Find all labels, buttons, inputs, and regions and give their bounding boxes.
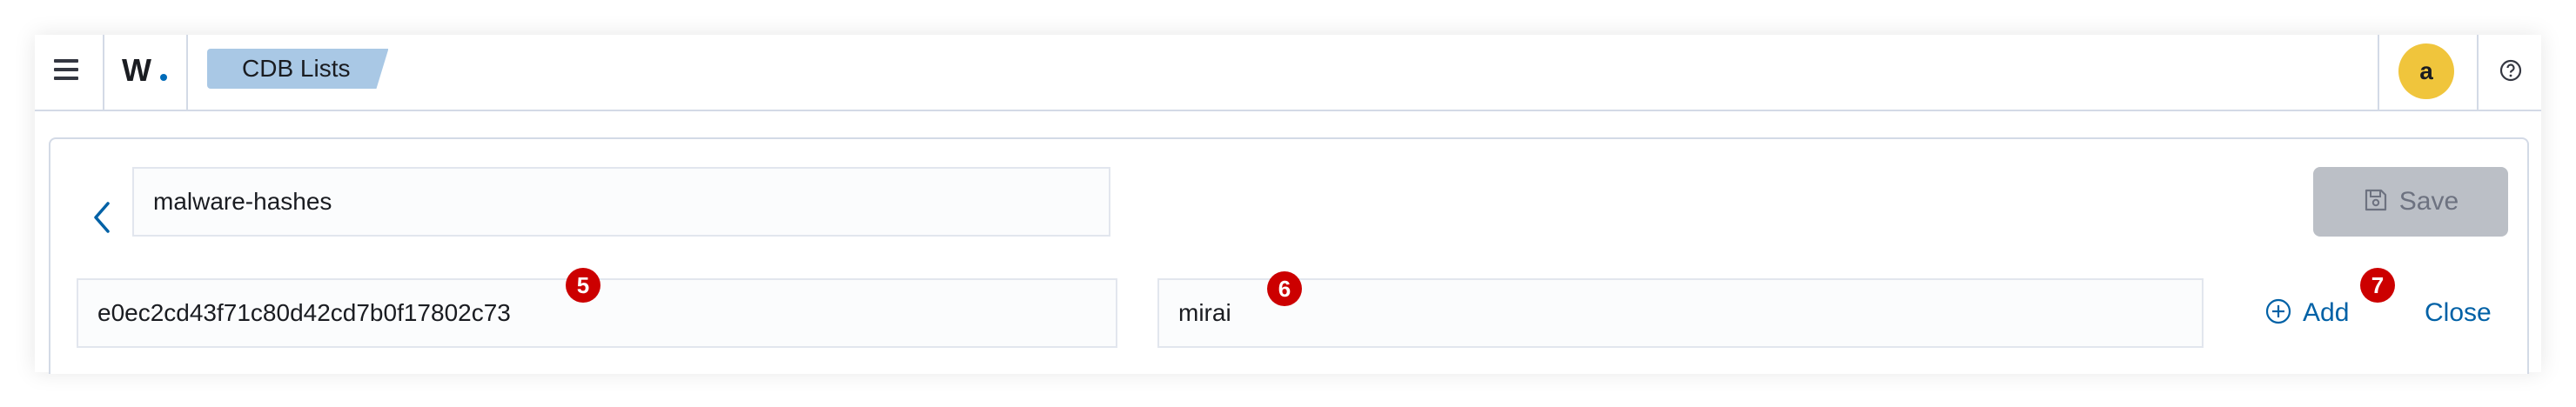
save-button[interactable]: Save [2313,167,2508,237]
logo-dot [160,74,167,81]
plus-circle-icon [2265,298,2291,324]
value-marker-badge: 6 [1267,271,1302,306]
cdb-list-editor-panel: malware-hashes Save e0ec2cd43f71c80d42cd… [49,137,2529,374]
menu-icon[interactable] [49,54,84,89]
user-avatar[interactable]: a [2398,43,2454,99]
back-arrow-icon[interactable] [84,191,122,244]
header-divider [186,35,188,110]
logo-text: W [122,52,151,88]
add-button[interactable]: Add [2264,296,2349,330]
save-label: Save [2398,187,2459,216]
close-button[interactable]: Close [2425,296,2492,330]
add-marker-badge: 7 [2360,268,2395,303]
header-divider [2477,35,2479,110]
header-divider [103,35,104,110]
breadcrumb-cdb-lists[interactable]: CDB Lists [207,49,388,89]
save-icon [2365,189,2386,211]
add-label: Add [2303,298,2350,327]
value-input[interactable]: mirai [1157,278,2204,348]
header-divider [2378,35,2379,110]
app-window: W CDB Lists a malware-hashes Save e0ec2c… [35,35,2541,374]
key-marker-badge: 5 [566,268,600,303]
top-header: W CDB Lists a [35,35,2541,111]
app-logo[interactable]: W [122,49,167,92]
list-name-field[interactable]: malware-hashes [132,167,1110,237]
help-icon[interactable] [2498,57,2524,83]
